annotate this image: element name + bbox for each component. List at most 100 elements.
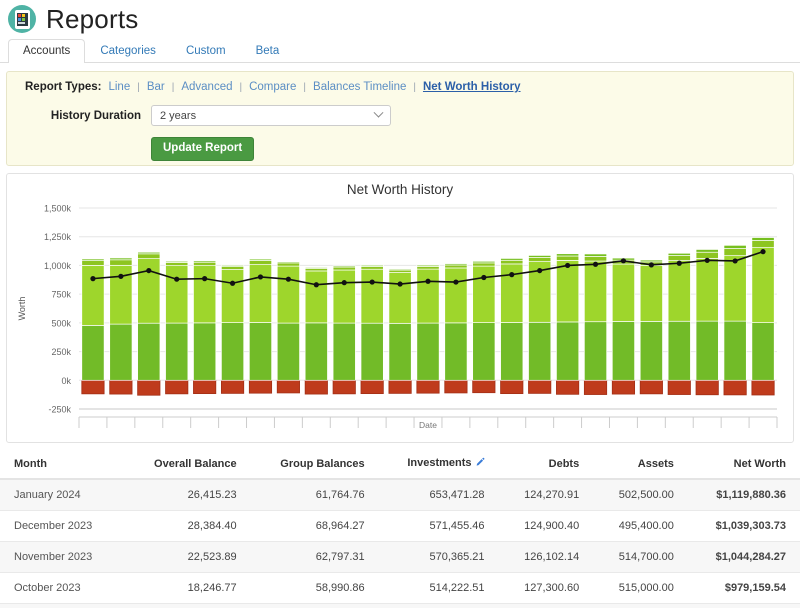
bar-segment-investments[interactable] (276, 265, 300, 324)
bar-segment-assets[interactable] (360, 322, 384, 381)
column-header-overall-balance[interactable]: Overall Balance (124, 449, 251, 480)
tab-beta[interactable]: Beta (241, 39, 295, 64)
bar-segment-assets[interactable] (221, 322, 245, 381)
bar-segment-investments[interactable] (388, 272, 412, 324)
bar-segment-assets[interactable] (667, 320, 691, 381)
bar-segment-overall-balance[interactable] (500, 258, 524, 261)
column-header-net-worth[interactable]: Net Worth (687, 449, 800, 480)
bar-segment-overall-balance[interactable] (528, 255, 552, 258)
bar-segment-debts[interactable] (500, 379, 524, 395)
bar-segment-overall-balance[interactable] (444, 263, 468, 266)
bar-segment-debts[interactable] (751, 379, 775, 396)
bar-segment-group-balances[interactable] (667, 255, 691, 261)
net-worth-history-chart[interactable]: 1,500k 1,250k 1,000k 750k 500k 250k 0k -250k Wor… (7, 174, 793, 442)
bar-segment-debts[interactable] (193, 379, 217, 395)
bar-segment-group-balances[interactable] (248, 260, 272, 265)
bar-segment-group-balances[interactable] (81, 260, 105, 266)
bar-segment-assets[interactable] (109, 323, 133, 381)
bar-segment-debts[interactable] (416, 379, 440, 394)
bar-segment-debts[interactable] (444, 379, 468, 394)
bar-segment-assets[interactable] (528, 321, 552, 381)
bar-segment-assets[interactable] (444, 322, 468, 381)
bar-segment-debts[interactable] (528, 379, 552, 394)
net-worth-point[interactable] (732, 258, 738, 264)
bar-segment-debts[interactable] (388, 379, 412, 394)
table-row[interactable]: January 2024 26,415.23 61,764.76 653,471.28… (0, 479, 800, 511)
net-worth-point[interactable] (313, 282, 319, 288)
tab-categories[interactable]: Categories (85, 39, 171, 64)
bar-segment-assets[interactable] (193, 322, 217, 381)
bar-segment-investments[interactable] (444, 267, 468, 324)
bar-segment-assets[interactable] (137, 322, 161, 381)
net-worth-point[interactable] (565, 262, 571, 269)
table-row[interactable]: November 2023 22,523.89 62,797.31 570,365.2… (0, 541, 800, 573)
bar-segment-overall-balance[interactable] (360, 264, 384, 267)
bar-segment-investments[interactable] (584, 260, 608, 323)
bar-segment-investments[interactable] (751, 247, 775, 323)
bar-segment-group-balances[interactable] (360, 266, 384, 270)
bar-segment-debts[interactable] (695, 379, 719, 396)
column-header-investments[interactable]: Investments (378, 449, 499, 480)
report-type-advanced[interactable]: Advanced (181, 81, 232, 93)
bar-segment-assets[interactable] (276, 322, 300, 381)
column-header-assets[interactable]: Assets (593, 449, 688, 480)
bar-segment-debts[interactable] (723, 379, 747, 396)
bar-segment-debts[interactable] (248, 379, 273, 394)
bar-segment-overall-balance[interactable] (667, 252, 691, 256)
bar-segment-investments[interactable] (416, 268, 440, 324)
bar-segment-investments[interactable] (193, 265, 217, 324)
bar-segment-assets[interactable] (500, 322, 524, 381)
bar-segment-group-balances[interactable] (416, 265, 440, 270)
table-row[interactable]: September 20238,347.8253,597.73570,084.1… (0, 603, 800, 608)
net-worth-point[interactable] (704, 257, 710, 263)
bar-segment-investments[interactable] (360, 268, 384, 324)
bar-segment-group-balances[interactable] (193, 261, 217, 267)
bar-segment-assets[interactable] (751, 322, 775, 381)
bar-segment-group-balances[interactable] (472, 262, 496, 267)
bar-segment-group-balances[interactable] (109, 259, 133, 266)
bar-segment-overall-balance[interactable] (639, 259, 663, 263)
bar-segment-overall-balance[interactable] (332, 265, 356, 268)
net-worth-point[interactable] (90, 276, 96, 282)
net-worth-point[interactable] (285, 276, 291, 282)
bar-segment-debts[interactable] (304, 379, 328, 395)
bar-segment-overall-balance[interactable] (584, 253, 608, 257)
history-duration-select[interactable]: 2 years (151, 105, 391, 126)
net-worth-point[interactable] (481, 274, 487, 281)
bar-segment-overall-balance[interactable] (556, 253, 580, 257)
bar-segment-debts[interactable] (472, 379, 496, 394)
bar-segment-assets[interactable] (584, 321, 608, 381)
net-worth-point[interactable] (341, 280, 347, 286)
bar-segment-assets[interactable] (388, 322, 412, 381)
bar-segment-assets[interactable] (723, 320, 747, 381)
bar-segment-investments[interactable] (723, 255, 747, 322)
table-row[interactable]: October 2023 18,246.77 58,990.86 514,222.51… (0, 572, 800, 604)
bar-segment-overall-balance[interactable] (193, 260, 217, 263)
bar-segment-debts[interactable] (137, 379, 161, 396)
net-worth-point[interactable] (425, 278, 431, 284)
net-worth-point[interactable] (509, 272, 515, 278)
bar-segment-group-balances[interactable] (500, 259, 524, 265)
tab-accounts[interactable]: Accounts (8, 38, 86, 63)
net-worth-point[interactable] (537, 267, 543, 274)
bar-segment-group-balances[interactable] (332, 266, 356, 271)
bar-segment-group-balances[interactable] (444, 264, 468, 269)
bar-segment-assets[interactable] (304, 322, 328, 381)
net-worth-point[interactable] (257, 274, 264, 280)
column-header-month[interactable]: Month (0, 449, 125, 480)
bar-segment-debts[interactable] (556, 379, 580, 395)
bar-segment-overall-balance[interactable] (388, 268, 412, 271)
bar-segment-group-balances[interactable] (556, 255, 580, 261)
bar-segment-overall-balance[interactable] (416, 264, 440, 267)
bar-segment-group-balances[interactable] (723, 248, 747, 257)
net-worth-point[interactable] (648, 262, 654, 268)
bar-segment-overall-balance[interactable] (109, 257, 133, 261)
net-worth-point[interactable] (369, 279, 375, 285)
bar-segment-overall-balance[interactable] (165, 260, 189, 263)
bar-segment-group-balances[interactable] (221, 266, 245, 270)
bar-segment-investments[interactable] (472, 265, 496, 323)
bar-segment-debts[interactable] (611, 379, 636, 395)
pencil-edit-icon[interactable] (475, 457, 485, 470)
report-type-line[interactable]: Line (108, 81, 130, 93)
bar-segment-overall-balance[interactable] (81, 258, 105, 261)
